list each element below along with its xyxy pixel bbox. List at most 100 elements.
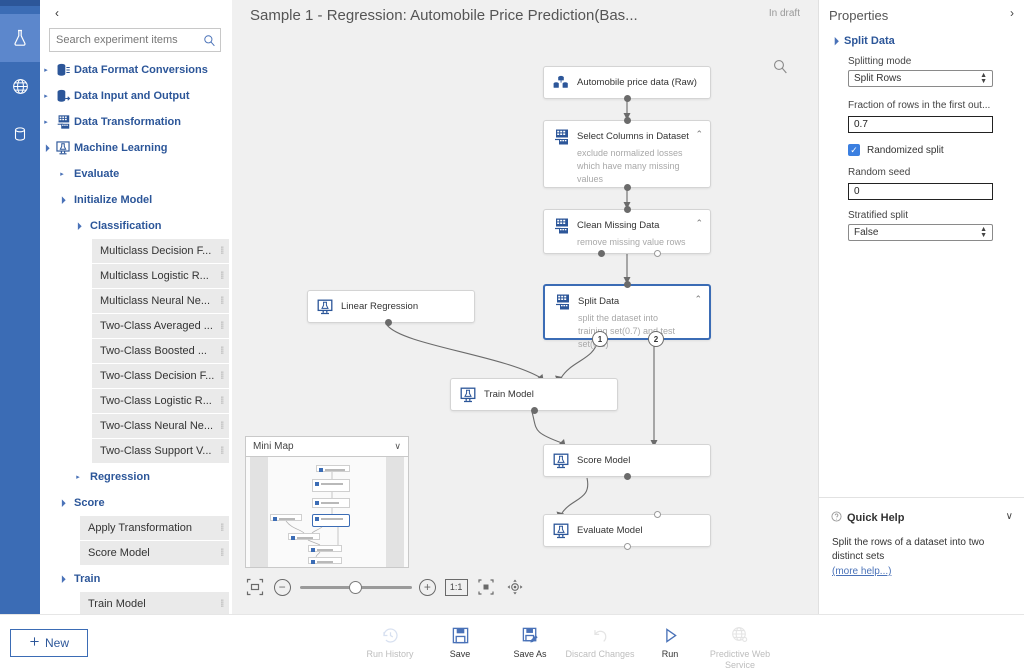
search-box[interactable] [49,28,221,52]
discard-changes-button[interactable]: Discard Changes [565,619,635,670]
node-output-port-2[interactable] [654,250,661,257]
tree-category-machine-learning[interactable]: Machine Learning [40,135,232,161]
quick-help-chevron-icon[interactable]: ∨ [1006,511,1013,522]
randomized-split-checkbox[interactable]: ✓ [848,144,860,156]
chevron-down-icon[interactable]: ∨ [394,441,401,452]
node-output-port[interactable] [624,95,631,102]
tree-group-initialize-model[interactable]: Initialize Model [40,187,232,213]
node-input-port[interactable] [624,281,631,288]
node-input-port[interactable] [624,117,631,124]
canvas-node-clean-missing-data[interactable]: Clean Missing Data remove missing value … [543,209,711,254]
canvas-node-train-model[interactable]: Train Model [450,378,618,411]
zoom-reset-button[interactable]: 1:1 [445,579,468,596]
tree-group-evaluate[interactable]: Evaluate [40,161,232,187]
module-item[interactable]: Two-Class Boosted ...⦙⦙ [92,339,229,364]
tree-group-train[interactable]: Train [40,566,232,592]
new-button[interactable]: New [10,629,88,657]
tree-category-transforms[interactable]: Transforms [40,55,232,57]
fraction-input[interactable] [848,116,993,133]
pan-icon[interactable] [505,577,525,597]
module-item[interactable]: Multiclass Neural Ne...⦙⦙ [92,289,229,314]
drag-handle-icon[interactable]: ⦙⦙ [221,548,223,559]
collapse-all-icon[interactable] [477,577,497,597]
collapse-sidebar-button[interactable]: ‹ [48,4,66,22]
drag-handle-icon[interactable]: ⦙⦙ [221,396,223,407]
zoom-slider-knob[interactable] [349,581,362,594]
drag-handle-icon[interactable]: ⦙⦙ [221,421,223,432]
tree-category-data-input-and-output[interactable]: Data Input and Output [40,83,232,109]
drag-handle-icon[interactable]: ⦙⦙ [221,446,223,457]
quick-help-header[interactable]: Quick Help [831,511,904,525]
canvas-node-select-columns-in-dataset[interactable]: Select Columns in Dataset exclude normal… [543,120,711,188]
random-seed-input[interactable] [848,183,993,200]
splitting-mode-select[interactable]: Split Rows ▲▼ [848,70,993,87]
predictive-web-service-button[interactable]: Predictive Web Service [705,619,775,670]
properties-section-header[interactable]: Split Data [831,35,895,47]
more-help-link[interactable]: (more help...) [832,565,1012,579]
experiment-canvas[interactable]: Sample 1 - Regression: Automobile Price … [232,0,818,614]
search-input[interactable] [50,29,198,51]
node-output-port[interactable] [624,184,631,191]
module-item[interactable]: Apply Transformation⦙⦙ [80,516,229,541]
azure-ml-studio-window: ‹ Transforms [0,0,1024,670]
module-item[interactable]: Two-Class Support V...⦙⦙ [92,439,229,464]
canvas-search-icon[interactable] [772,58,790,76]
mini-map-body[interactable] [246,457,408,567]
tree-group-regression[interactable]: Regression [40,464,232,490]
experiment-title[interactable]: Sample 1 - Regression: Automobile Price … [250,7,638,24]
node-input-port[interactable] [624,206,631,213]
drag-handle-icon[interactable]: ⦙⦙ [221,599,223,610]
tree-category-data-transformation[interactable]: Data Transformation [40,109,232,135]
run-history-button[interactable]: Run History [355,619,425,670]
web-services-rail-button[interactable] [0,62,40,110]
field-randomized-split[interactable]: ✓ Randomized split [848,144,1006,156]
drag-handle-icon[interactable]: ⦙⦙ [221,246,223,257]
zoom-out-button[interactable]: − [274,579,291,596]
module-item[interactable]: Two-Class Averaged ...⦙⦙ [92,314,229,339]
node-output-port-1[interactable] [598,250,605,257]
collapse-comment-icon[interactable]: ⌃ [694,294,702,305]
module-item[interactable]: Train Model⦙⦙ [80,592,229,614]
drag-handle-icon[interactable]: ⦙⦙ [221,296,223,307]
node-output-port[interactable] [624,473,631,480]
save-as-button[interactable]: Save As [495,619,565,670]
tree-group-classification[interactable]: Classification [40,213,232,239]
node-output-port[interactable] [385,319,392,326]
canvas-node-linear-regression[interactable]: Linear Regression [307,290,475,323]
stratified-split-select[interactable]: False ▲▼ [848,224,993,241]
node-input-port-2[interactable] [654,511,661,518]
canvas-node-split-data[interactable]: Split Data split the dataset into traini… [543,284,711,340]
canvas-node-score-model[interactable]: Score Model [543,444,711,477]
expand-properties-button[interactable]: › [1010,6,1014,20]
mini-map-header[interactable]: Mini Map ∨ [246,437,408,457]
run-button[interactable]: Run [635,619,705,670]
node-output-port-2[interactable]: 2 [648,331,664,347]
module-item[interactable]: Multiclass Logistic R...⦙⦙ [92,264,229,289]
drag-handle-icon[interactable]: ⦙⦙ [221,271,223,282]
node-output-port[interactable] [624,543,631,550]
collapse-comment-icon[interactable]: ⌃ [695,218,703,229]
tree-category-data-format-conversions[interactable]: Data Format Conversions [40,57,232,83]
drag-handle-icon[interactable]: ⦙⦙ [221,321,223,332]
experiments-rail-button[interactable] [0,14,40,62]
node-output-port[interactable] [531,407,538,414]
zoom-slider[interactable] [300,579,411,596]
node-output-port-1[interactable]: 1 [592,331,608,347]
drag-handle-icon[interactable]: ⦙⦙ [221,371,223,382]
module-item[interactable]: Two-Class Decision F...⦙⦙ [92,364,229,389]
datasets-rail-button[interactable] [0,110,40,158]
module-item[interactable]: Multiclass Decision F...⦙⦙ [92,239,229,264]
canvas-node-evaluate-model[interactable]: Evaluate Model [543,514,711,547]
zoom-in-button[interactable]: + [419,579,436,596]
module-item[interactable]: Score Model⦙⦙ [80,541,229,566]
module-item[interactable]: Two-Class Logistic R...⦙⦙ [92,389,229,414]
mini-map-panel[interactable]: Mini Map ∨ [245,436,409,568]
canvas-node-automobile-price-data[interactable]: Automobile price data (Raw) [543,66,711,99]
save-button[interactable]: Save [425,619,495,670]
drag-handle-icon[interactable]: ⦙⦙ [221,523,223,534]
fit-to-screen-icon[interactable] [245,577,265,597]
module-item[interactable]: Two-Class Neural Ne...⦙⦙ [92,414,229,439]
drag-handle-icon[interactable]: ⦙⦙ [221,346,223,357]
tree-group-score[interactable]: Score [40,490,232,516]
collapse-comment-icon[interactable]: ⌃ [695,129,703,140]
